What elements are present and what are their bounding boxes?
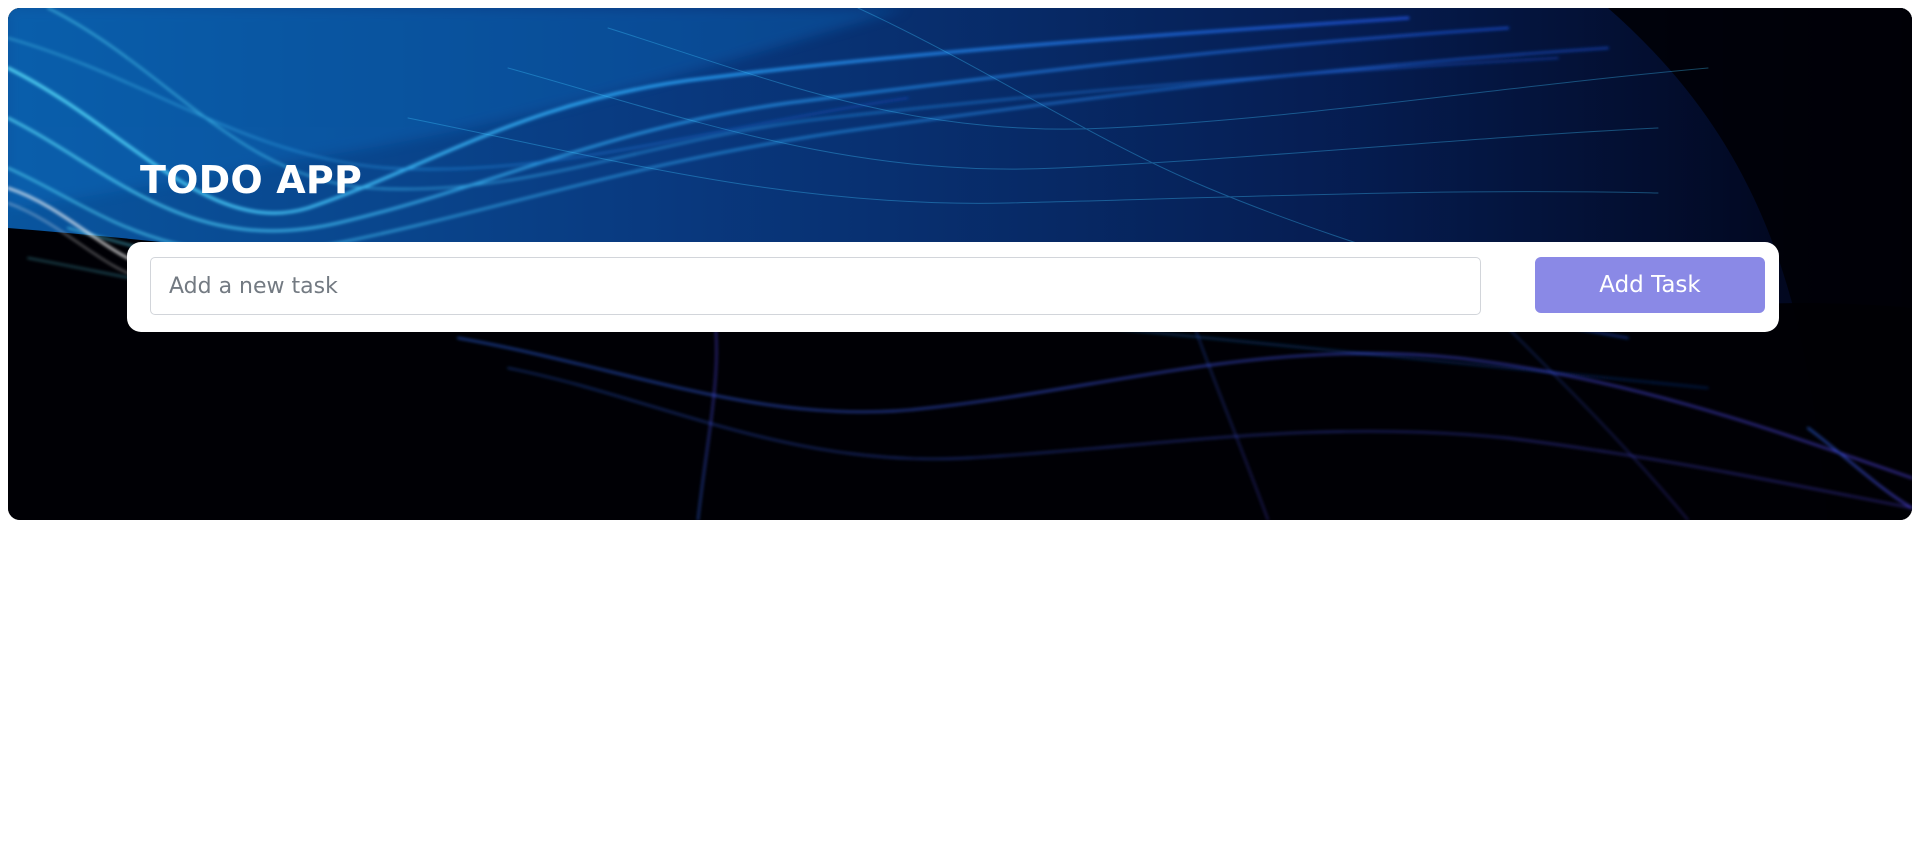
new-task-input[interactable] bbox=[150, 257, 1481, 315]
app-title: TODO APP bbox=[140, 158, 363, 202]
add-task-button[interactable]: Add Task bbox=[1535, 257, 1765, 313]
add-task-form: Add Task bbox=[127, 242, 1779, 332]
